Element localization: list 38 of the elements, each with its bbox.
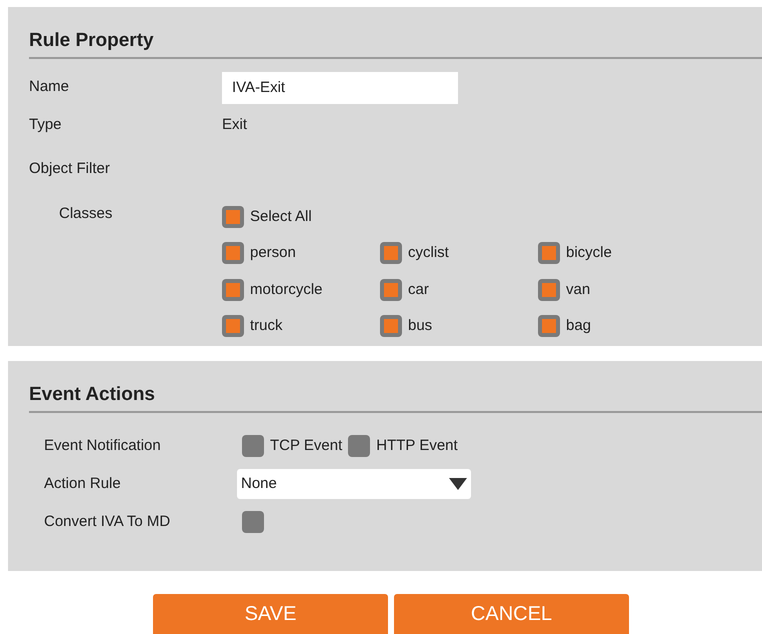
checkbox[interactable] — [348, 434, 370, 457]
type-value: Exit — [222, 114, 248, 134]
checkbox[interactable] — [380, 315, 402, 338]
checkbox[interactable] — [538, 278, 560, 301]
field-label: Event Notification — [44, 436, 162, 456]
field-label: Action Rule — [44, 474, 122, 494]
checkbox[interactable] — [222, 206, 244, 228]
field-label: Object Filter — [29, 160, 110, 177]
checkbox[interactable] — [222, 278, 244, 301]
checkbox-label: truck — [250, 316, 283, 336]
field-label: Name — [29, 77, 70, 98]
checkbox-label: Select All — [250, 206, 312, 226]
checkbox[interactable] — [380, 242, 402, 264]
checkbox[interactable] — [222, 242, 244, 264]
name-field[interactable]: IVA-Exit — [222, 72, 458, 104]
checkbox-label: van — [566, 280, 590, 300]
field-label: Convert IVA To MD — [44, 512, 172, 532]
field-label: Classes — [58, 204, 114, 224]
checkbox-label: TCP Event — [270, 436, 342, 456]
checkbox-label: bus — [408, 316, 432, 336]
section-title: Rule Property — [29, 30, 154, 51]
checkbox-label: cyclist — [408, 243, 449, 263]
checkbox[interactable] — [242, 434, 264, 457]
checkbox-label: motorcycle — [250, 280, 323, 300]
action-rule-dropdown[interactable]: None — [237, 469, 471, 499]
checkbox-label: bag — [566, 316, 592, 336]
checkbox-label: person — [250, 243, 296, 263]
checkbox-label: car — [408, 280, 429, 300]
checkbox[interactable] — [380, 278, 402, 301]
section-title: Event Actions — [29, 384, 155, 405]
caret-icon — [449, 478, 467, 490]
checkbox[interactable] — [242, 511, 264, 534]
checkbox[interactable] — [538, 242, 560, 264]
checkbox-label: HTTP Event — [376, 436, 458, 456]
checkbox-label: bicycle — [566, 243, 612, 263]
checkbox[interactable] — [538, 315, 560, 338]
field-label: Type — [29, 114, 63, 134]
checkbox[interactable] — [222, 315, 244, 338]
